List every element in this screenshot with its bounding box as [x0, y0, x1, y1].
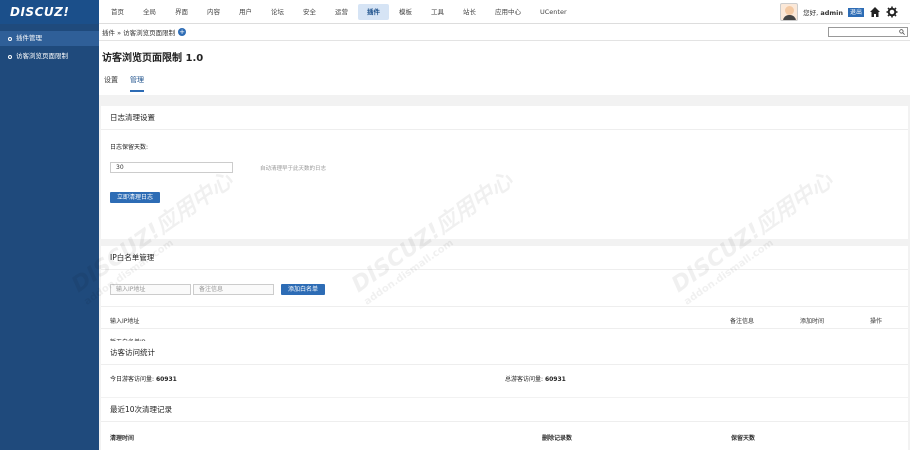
- search-icon[interactable]: [899, 29, 905, 35]
- column-header-action: 操作: [870, 318, 883, 325]
- sidebar-item-plugin-manage[interactable]: 插件管理: [0, 31, 99, 46]
- search-input[interactable]: [828, 27, 908, 37]
- nav-style[interactable]: 界面: [166, 4, 197, 20]
- log-cleanup-panel: 日志清理设置 日志保留天数: 30 自动清理早于此天数的日志 立即清理日志: [101, 106, 908, 239]
- sidebar-item-visitor-limit[interactable]: 访客浏览页面限制: [0, 49, 99, 64]
- column-header-keep-days: 保留天数: [731, 435, 756, 442]
- nav-founder[interactable]: 站长: [454, 4, 485, 20]
- nav-plugin[interactable]: 插件: [358, 4, 389, 20]
- breadcrumb-bar: 插件 » 访客浏览页面限制 +: [99, 24, 910, 41]
- nav-ucenter[interactable]: UCenter: [531, 4, 576, 20]
- clean-logs-button[interactable]: 立即清理日志: [110, 192, 161, 203]
- tab-manage[interactable]: 管理: [130, 75, 144, 92]
- column-header-clean-time: 清理时间: [110, 435, 135, 442]
- add-whitelist-button[interactable]: 添加白名单: [281, 284, 326, 295]
- avatar[interactable]: [780, 3, 799, 21]
- ip-address-input[interactable]: 输入IP地址: [110, 284, 191, 295]
- nav-user[interactable]: 用户: [230, 4, 261, 20]
- ip-whitelist-panel: IP白名单管理 输入IP地址 备注信息 添加白名单 输入IP地址 备注信息 添加…: [101, 246, 908, 350]
- page-header: 访客浏览页面限制 1.0 设置 管理: [99, 41, 910, 95]
- divider: [101, 328, 908, 329]
- today-visits: 今日游客访问量: 60931: [110, 376, 177, 383]
- tab-settings[interactable]: 设置: [104, 75, 118, 92]
- total-visits: 总游客访问量: 60931: [505, 376, 566, 383]
- panel-title: IP白名单管理: [101, 246, 908, 270]
- panel-title: 日志清理设置: [101, 106, 908, 130]
- column-header-ip: 输入IP地址: [110, 318, 140, 325]
- nav-cloudaddons[interactable]: 应用中心: [486, 4, 530, 20]
- circle-icon: [8, 54, 12, 59]
- retention-days-label: 日志保留天数:: [110, 144, 149, 151]
- logout-button[interactable]: 退出: [847, 7, 864, 17]
- nav-global[interactable]: 全局: [134, 4, 165, 20]
- top-nav-bar: DISCUZ! 首页 全局 界面 内容 用户 论坛 安全 运营 插件 模板 工具…: [0, 0, 910, 24]
- main-content: 插件 » 访客浏览页面限制 + 访客浏览页面限制 1.0 设置 管理 日志清理设…: [67, 24, 910, 450]
- discuz-logo[interactable]: DISCUZ!: [0, 0, 99, 24]
- column-header-time: 添加时间: [800, 318, 825, 325]
- column-header-deleted-count: 删除记录数: [542, 435, 573, 442]
- user-area: 您好, admin 退出: [780, 0, 898, 24]
- nav-topic[interactable]: 内容: [198, 4, 229, 20]
- greeting: 您好, admin: [803, 9, 843, 17]
- page-title: 访客浏览页面限制 1.0: [102, 53, 204, 64]
- cleanup-records-panel: 最近10次清理记录 清理时间 删除记录数 保留天数: [101, 398, 908, 450]
- divider: [101, 306, 908, 307]
- sidebar: 插件管理 访客浏览页面限制: [0, 24, 99, 450]
- nav-tools[interactable]: 工具: [422, 4, 453, 20]
- username: admin: [820, 9, 843, 17]
- retention-hint: 自动清理早于此天数的日志: [260, 166, 327, 172]
- sidebar-item-label: 插件管理: [16, 34, 42, 42]
- tab-bar: 设置 管理: [104, 75, 144, 92]
- retention-days-input[interactable]: 30: [110, 162, 233, 173]
- breadcrumb: 插件 » 访客浏览页面限制: [102, 29, 176, 37]
- circle-icon: [8, 36, 12, 41]
- panel-title: 访客访问统计: [101, 341, 908, 365]
- visitor-stats-panel: 访客访问统计 今日游客访问量: 60931 总游客访问量: 60931: [101, 341, 908, 397]
- nav-forum[interactable]: 论坛: [262, 4, 293, 20]
- sidebar-item-label: 访客浏览页面限制: [16, 52, 68, 60]
- panel-title: 最近10次清理记录: [101, 398, 908, 422]
- nav-extended[interactable]: 运营: [326, 4, 357, 20]
- main-nav: 首页 全局 界面 内容 用户 论坛 安全 运营 插件 模板 工具 站长 应用中心…: [102, 0, 577, 24]
- nav-template[interactable]: 模板: [390, 4, 421, 20]
- column-header-note: 备注信息: [730, 318, 755, 325]
- note-input[interactable]: 备注信息: [193, 284, 274, 295]
- nav-home[interactable]: 首页: [102, 4, 133, 20]
- nav-safe[interactable]: 安全: [294, 4, 325, 20]
- add-shortcut-icon[interactable]: +: [178, 28, 187, 36]
- home-icon[interactable]: [869, 6, 881, 18]
- gear-icon[interactable]: [886, 6, 898, 18]
